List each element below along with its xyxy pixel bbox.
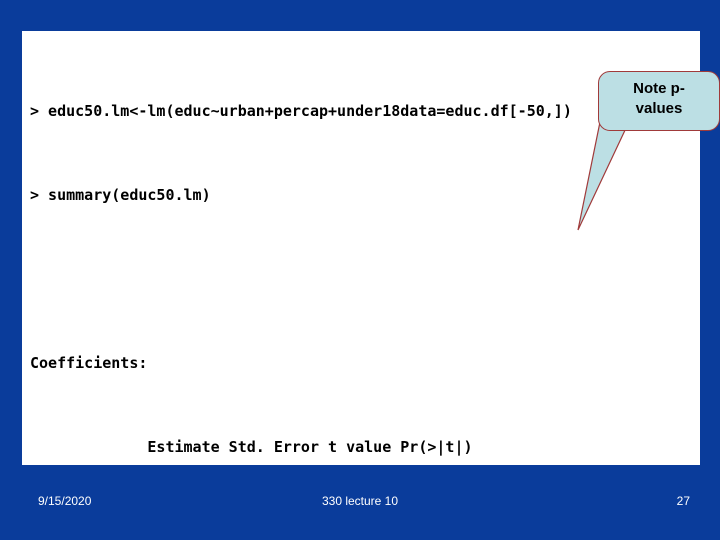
slide-canvas: > educ50.lm<-lm(educ~urban+percap+under1… [0, 0, 720, 540]
callout-label-line1: Note p- [633, 80, 685, 97]
console-line-blank-1 [30, 269, 700, 290]
console-line-coefficients-header: Coefficients: [30, 354, 148, 372]
callout-tail [577, 121, 628, 231]
callout-label-line2: values [635, 100, 683, 117]
slide-footer: 9/15/2020 330 lecture 10 27 [0, 466, 720, 540]
footer-lecture-title: 330 lecture 10 [321, 494, 399, 508]
footer-page-number: 27 [676, 494, 690, 508]
note-p-values-callout: Note p-values [598, 71, 720, 133]
console-line-table-header: Estimate Std. Error t value Pr(>|t|) [30, 438, 473, 456]
callout-label: Note p-values [598, 79, 720, 119]
